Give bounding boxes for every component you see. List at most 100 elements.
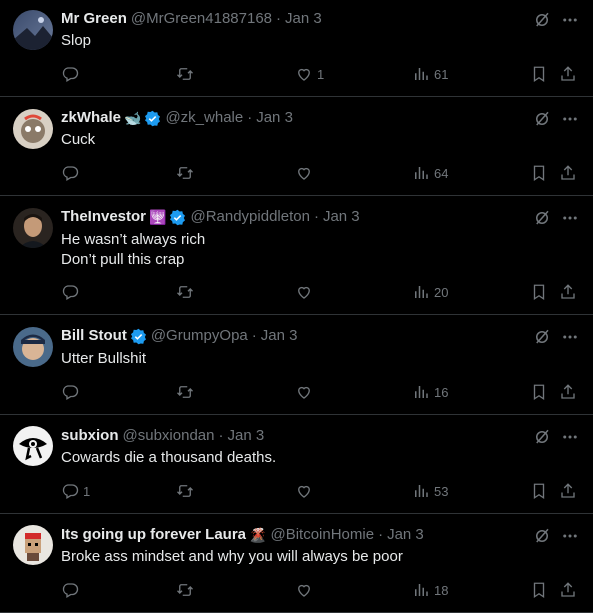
views-button[interactable]: 20	[412, 282, 448, 302]
timestamp[interactable]: Jan 3	[261, 326, 298, 346]
bookmark-button[interactable]	[530, 64, 548, 84]
reply-button[interactable]: 1	[61, 481, 90, 501]
retweet-button[interactable]	[176, 580, 194, 600]
reply-button[interactable]	[61, 282, 83, 302]
tweet-4[interactable]: Bill Stout @GrumpyOpa · Jan 3 Utter Bull…	[0, 315, 593, 415]
views-button[interactable]: 61	[412, 64, 448, 84]
retweet-button[interactable]	[176, 163, 194, 183]
handle[interactable]: @MrGreen41887168	[131, 9, 272, 29]
reply-button[interactable]	[61, 163, 83, 183]
display-name[interactable]: Its going up forever Laura	[61, 525, 246, 545]
views-icon	[415, 584, 428, 596]
share-icon	[561, 384, 575, 399]
heart-icon	[298, 68, 310, 81]
verified-badge-icon[interactable]	[130, 328, 147, 345]
timestamp[interactable]: Jan 3	[285, 9, 322, 29]
grok-icon[interactable]	[533, 328, 551, 346]
avatar[interactable]	[13, 525, 53, 565]
like-button[interactable]	[295, 481, 317, 501]
share-button[interactable]	[559, 282, 577, 302]
views-icon	[415, 485, 428, 497]
bookmark-button[interactable]	[530, 282, 548, 302]
share-button[interactable]	[559, 580, 577, 600]
grok-icon[interactable]	[533, 428, 551, 446]
bookmark-button[interactable]	[530, 163, 548, 183]
like-button[interactable]	[295, 282, 317, 302]
reply-button[interactable]	[61, 64, 83, 84]
bookmark-icon	[533, 483, 545, 500]
timestamp[interactable]: Jan 3	[323, 207, 360, 227]
handle[interactable]: @zk_whale	[165, 108, 243, 128]
separator-dot: ·	[247, 109, 253, 126]
share-icon	[561, 284, 575, 299]
retweet-button[interactable]	[176, 64, 194, 84]
views-button[interactable]: 64	[412, 163, 448, 183]
display-name[interactable]: subxion	[61, 426, 119, 446]
share-button[interactable]	[559, 382, 577, 402]
retweet-icon	[177, 485, 193, 497]
tweet-6[interactable]: Its going up forever Laura 🌋 @BitcoinHom…	[0, 514, 593, 613]
tweet-2[interactable]: zkWhale 🐋 @zk_whale · Jan 3 Cuck 64	[0, 97, 593, 196]
tweet-header: Bill Stout @GrumpyOpa · Jan 3	[61, 326, 297, 346]
share-button[interactable]	[559, 64, 577, 84]
tweet-text: Utter Bullshit	[61, 349, 146, 369]
avatar[interactable]	[13, 208, 53, 248]
more-icon[interactable]	[561, 527, 579, 545]
avatar[interactable]	[13, 109, 53, 149]
tweet-text: Slop	[61, 31, 91, 51]
reply-icon	[62, 484, 79, 499]
avatar[interactable]	[13, 426, 53, 466]
like-button[interactable]	[295, 163, 317, 183]
tweet-header: TheInvestor 🕎 @Randypiddleton · Jan 3	[61, 207, 360, 227]
reply-button[interactable]	[61, 382, 83, 402]
timestamp[interactable]: Jan 3	[256, 108, 293, 128]
tweet-3[interactable]: TheInvestor 🕎 @Randypiddleton · Jan 3 He…	[0, 196, 593, 315]
avatar[interactable]	[13, 327, 53, 367]
action-bar: 16	[61, 382, 581, 402]
share-icon	[561, 582, 575, 597]
action-bar: 64	[61, 163, 581, 183]
grok-icon[interactable]	[533, 209, 551, 227]
handle[interactable]: @Randypiddleton	[190, 207, 309, 227]
retweet-button[interactable]	[176, 481, 194, 501]
display-name[interactable]: zkWhale	[61, 108, 121, 128]
views-button[interactable]: 53	[412, 481, 448, 501]
bookmark-button[interactable]	[530, 580, 548, 600]
views-button[interactable]: 16	[412, 382, 448, 402]
tweet-5[interactable]: subxion @subxiondan · Jan 3 Cowards die …	[0, 415, 593, 514]
views-button[interactable]: 18	[412, 580, 448, 600]
grok-icon[interactable]	[533, 11, 551, 29]
more-icon[interactable]	[561, 11, 579, 29]
share-button[interactable]	[559, 163, 577, 183]
tweet-header: Its going up forever Laura 🌋 @BitcoinHom…	[61, 525, 424, 545]
handle[interactable]: @subxiondan	[123, 426, 215, 446]
verified-badge-icon[interactable]	[169, 209, 186, 226]
like-button[interactable]: 1	[295, 64, 324, 84]
avatar[interactable]	[13, 10, 53, 50]
more-icon[interactable]	[561, 110, 579, 128]
retweet-button[interactable]	[176, 382, 194, 402]
more-icon[interactable]	[561, 209, 579, 227]
more-icon[interactable]	[561, 328, 579, 346]
handle[interactable]: @GrumpyOpa	[151, 326, 248, 346]
verified-badge-icon[interactable]	[144, 110, 161, 127]
timestamp[interactable]: Jan 3	[227, 426, 264, 446]
grok-icon[interactable]	[533, 110, 551, 128]
tweet-1[interactable]: Mr Green @MrGreen41887168 · Jan 3 Slop 1…	[0, 0, 593, 97]
tweet-header: zkWhale 🐋 @zk_whale · Jan 3	[61, 108, 293, 128]
timestamp[interactable]: Jan 3	[387, 525, 424, 545]
display-name[interactable]: TheInvestor	[61, 207, 146, 227]
retweet-button[interactable]	[176, 282, 194, 302]
like-button[interactable]	[295, 580, 317, 600]
bookmark-button[interactable]	[530, 382, 548, 402]
share-button[interactable]	[559, 481, 577, 501]
reply-button[interactable]	[61, 580, 83, 600]
like-button[interactable]	[295, 382, 317, 402]
tweet-text-line: Slop	[61, 32, 92, 49]
grok-icon[interactable]	[533, 527, 551, 545]
more-icon[interactable]	[561, 428, 579, 446]
display-name[interactable]: Mr Green	[61, 9, 127, 29]
display-name[interactable]: Bill Stout	[61, 326, 127, 346]
bookmark-button[interactable]	[530, 481, 548, 501]
handle[interactable]: @BitcoinHomie	[270, 525, 374, 545]
